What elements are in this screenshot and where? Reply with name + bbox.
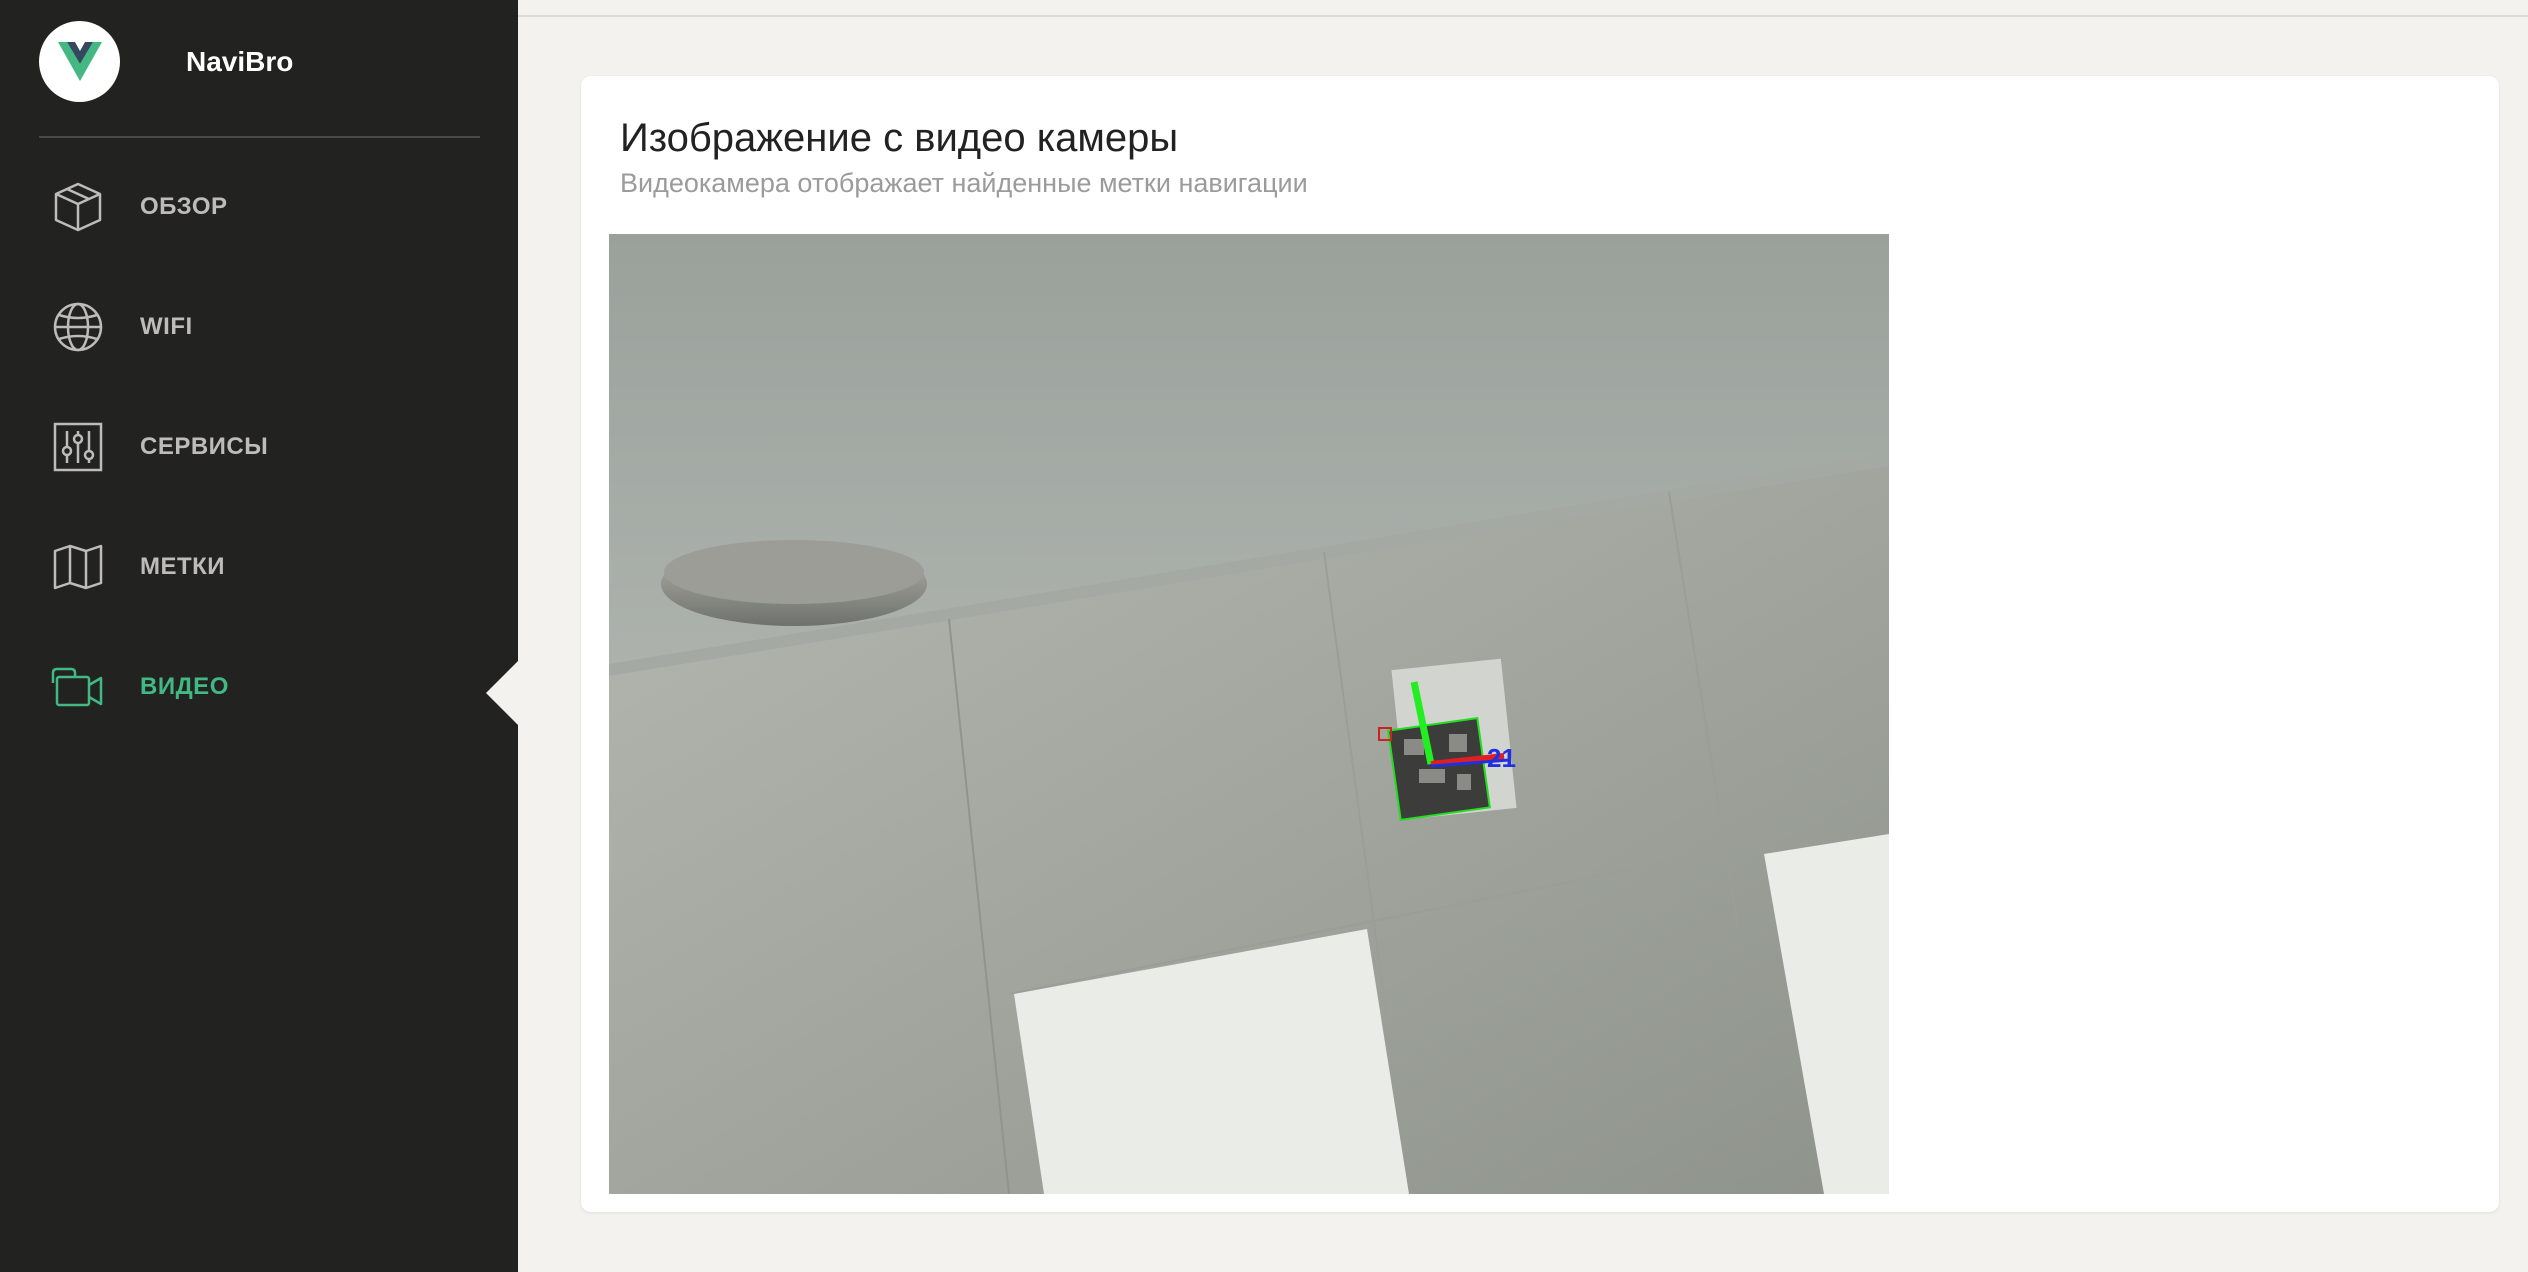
sidebar-item-overview[interactable]: ОБЗОР	[50, 177, 490, 237]
sidebar-item-markers[interactable]: МЕТКИ	[50, 537, 490, 597]
box-icon	[50, 179, 106, 235]
active-item-pointer	[486, 660, 519, 726]
map-icon	[50, 539, 106, 595]
card-title: Изображение с видео камеры	[620, 116, 1179, 160]
video-stream: 21	[609, 234, 1889, 1194]
vue-logo-icon	[39, 21, 120, 102]
sidebar-item-label: ОБЗОР	[140, 193, 228, 220]
sidebar-item-label: WIFI	[140, 313, 193, 340]
logo-row[interactable]: NaviBro	[39, 21, 293, 102]
sidebar-item-label: СЕРВИСЫ	[140, 433, 269, 460]
sidebar: NaviBro ОБЗОР WIFI СЕРВИСЫ МЕТКИ ВИДЕО	[0, 0, 518, 1272]
card-subtitle: Видеокамера отображает найденные метки н…	[620, 168, 1308, 198]
sidebar-item-video[interactable]: ВИДЕО	[50, 657, 490, 717]
globe-icon	[50, 299, 106, 355]
video-camera-icon	[50, 659, 106, 715]
sidebar-item-services[interactable]: СЕРВИСЫ	[50, 417, 490, 477]
brand-name: NaviBro	[186, 45, 294, 77]
marker-id-label: 21	[1487, 743, 1516, 773]
sliders-icon	[50, 419, 106, 475]
sidebar-item-label: ВИДЕО	[140, 673, 229, 700]
sidebar-item-label: МЕТКИ	[140, 553, 226, 580]
top-bar	[518, 0, 2528, 17]
sidebar-divider	[39, 136, 480, 138]
video-card: Изображение с видео камеры Видеокамера о…	[581, 76, 2499, 1212]
sidebar-item-wifi[interactable]: WIFI	[50, 297, 490, 357]
